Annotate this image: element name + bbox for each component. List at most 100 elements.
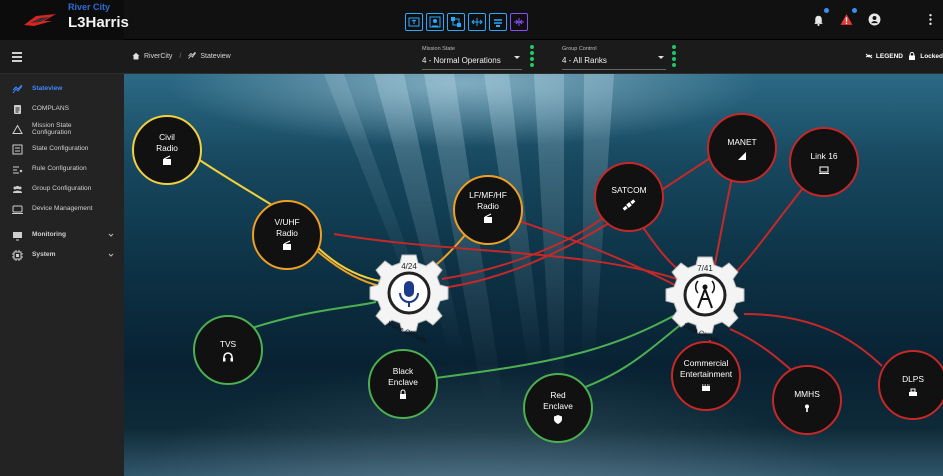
node-label-line: MMHS: [794, 389, 820, 399]
document-icon: [12, 104, 23, 115]
network-icon: [451, 17, 461, 27]
group-control-caption: Group Control: [562, 46, 597, 52]
brand-city: River City: [68, 2, 111, 12]
app-root: River City L3Harris Stateview COMPLANS M…: [0, 0, 943, 476]
sidebar-item-group-configuration[interactable]: Group Configuration: [0, 180, 124, 198]
sidebar-item-label: Device Management: [32, 205, 93, 213]
data-circuits-hub[interactable]: 7/41 Data Circuits: [665, 256, 745, 346]
node-label-line: MANET: [727, 137, 756, 147]
lock-icon: [909, 52, 916, 60]
brand-block[interactable]: River City L3Harris: [0, 0, 129, 40]
sidebar-item-monitoring[interactable]: Monitoring: [0, 226, 124, 244]
mission-state-status-dots: [530, 45, 534, 69]
node-label-line: Commercial: [684, 358, 729, 368]
stateview-diagram: 4/24 Voice Circuits 7/41 Data Circuits C…: [132, 74, 943, 443]
node-label-line: Entertainment: [680, 369, 733, 379]
dropdown-arrow-icon: [514, 56, 520, 59]
legend-button[interactable]: LEGEND: [865, 52, 903, 60]
node-label-line: Enclave: [388, 377, 418, 387]
notification-dot: [824, 8, 829, 13]
sidebar-item-label: Mission State Configuration: [32, 121, 72, 137]
sidebar-item-mission-state-configuration[interactable]: Mission State Configuration: [0, 120, 124, 138]
node-civil-radio[interactable]: Civil Radio: [132, 115, 202, 185]
link-dlps-data: [743, 313, 883, 367]
view-radio-tower-button[interactable]: [405, 13, 423, 31]
node-black-enclave[interactable]: Black Enclave: [368, 349, 438, 419]
group-control-status-dots: [672, 45, 676, 69]
sidebar: Stateview COMPLANS Mission State Configu…: [0, 40, 124, 476]
top-header: River City L3Harris: [0, 0, 943, 40]
header-actions: [811, 8, 937, 26]
node-dlps[interactable]: DLPS: [878, 350, 943, 420]
sidebar-item-label: Group Configuration: [32, 185, 92, 193]
node-link16[interactable]: Link 16: [789, 127, 859, 197]
sidebar-item-stateview[interactable]: Stateview: [0, 80, 124, 98]
mission-state-value: 4 - Normal Operations: [422, 56, 501, 65]
node-label-line: Black: [393, 366, 414, 376]
voice-circuits-count: 4/24: [401, 262, 417, 271]
context-bar: RiverCity / Stateview Mission State 4 - …: [124, 40, 943, 74]
user-button[interactable]: [867, 12, 881, 26]
node-manet[interactable]: MANET: [707, 113, 777, 183]
view-merge-button[interactable]: [510, 13, 528, 31]
sidebar-item-label: Stateview: [32, 85, 63, 93]
node-label-line: Link 16: [810, 151, 837, 161]
sidebar-item-label: Monitoring: [32, 231, 67, 239]
view-layers-button[interactable]: [489, 13, 507, 31]
brand-company: L3Harris: [68, 14, 129, 31]
view-network-button[interactable]: [447, 13, 465, 31]
node-mmhs[interactable]: MMHS: [772, 365, 842, 435]
mission-state-caption: Mission State: [422, 46, 456, 52]
node-label-line: Red: [550, 390, 566, 400]
sidebar-item-state-configuration[interactable]: State Configuration: [0, 140, 124, 158]
monitor-icon: [12, 230, 23, 241]
user-icon: [868, 13, 880, 25]
breadcrumb: RiverCity / Stateview: [132, 52, 231, 60]
data-circuits-count: 7/41: [697, 264, 713, 273]
theme-moon-icon: [895, 13, 901, 25]
sidebar-item-label: State Configuration: [32, 145, 89, 153]
view-split-button[interactable]: [468, 13, 486, 31]
system-icon: [12, 250, 23, 261]
stateview-icon: [188, 52, 197, 59]
bell-icon: [813, 15, 823, 26]
view-map-pin-button[interactable]: [426, 13, 444, 31]
lock-button[interactable]: Locked: [908, 52, 943, 60]
voice-circuits-hub[interactable]: 4/24 Voice Circuits: [369, 254, 449, 345]
merge-icon: [514, 18, 524, 26]
legend-label: LEGEND: [875, 52, 903, 60]
node-label-line: Radio: [156, 143, 178, 153]
node-label-line: SATCOM: [611, 185, 646, 195]
sidebar-item-system[interactable]: System: [0, 246, 124, 264]
more-menu-button[interactable]: [923, 12, 937, 26]
rule-config-icon: [12, 164, 23, 175]
sidebar-item-rule-configuration[interactable]: Rule Configuration: [0, 160, 124, 178]
sidebar-item-device-management[interactable]: Device Management: [0, 200, 124, 218]
stateview-icon: [12, 84, 23, 95]
node-label-line: Radio: [276, 228, 298, 238]
node-vuhf-radio[interactable]: V/UHF Radio: [252, 200, 322, 270]
sidebar-toggle[interactable]: [0, 40, 124, 74]
node-commercial-entertainment[interactable]: Commercial Entertainment: [671, 341, 741, 411]
more-vertical-icon: [928, 13, 932, 25]
state-config-icon: [12, 144, 23, 155]
theme-toggle-button[interactable]: [895, 12, 909, 26]
sidebar-item-complans[interactable]: COMPLANS: [0, 100, 124, 118]
breadcrumb-home[interactable]: RiverCity: [144, 53, 172, 60]
radio-tower-icon: [408, 17, 420, 27]
group-control-select[interactable]: Group Control 4 - All Ranks: [562, 44, 666, 70]
node-label-line: DLPS: [902, 374, 924, 384]
node-satcom[interactable]: SATCOM: [594, 162, 664, 232]
mission-state-select[interactable]: Mission State 4 - Normal Operations: [422, 44, 522, 70]
lock-label: Locked: [920, 52, 943, 60]
node-tvs[interactable]: TVS: [193, 315, 263, 385]
view-button-group: [405, 13, 528, 31]
node-label-line: TVS: [220, 339, 237, 349]
alerts-button[interactable]: [839, 8, 857, 26]
group-icon: [12, 184, 23, 195]
chevron-down-icon: [108, 253, 114, 257]
home-icon: [132, 52, 140, 60]
node-red-enclave[interactable]: Red Enclave: [523, 373, 593, 443]
node-lfmfhf-radio[interactable]: LF/MF/HF Radio: [453, 175, 523, 245]
notifications-button[interactable]: [811, 8, 829, 26]
